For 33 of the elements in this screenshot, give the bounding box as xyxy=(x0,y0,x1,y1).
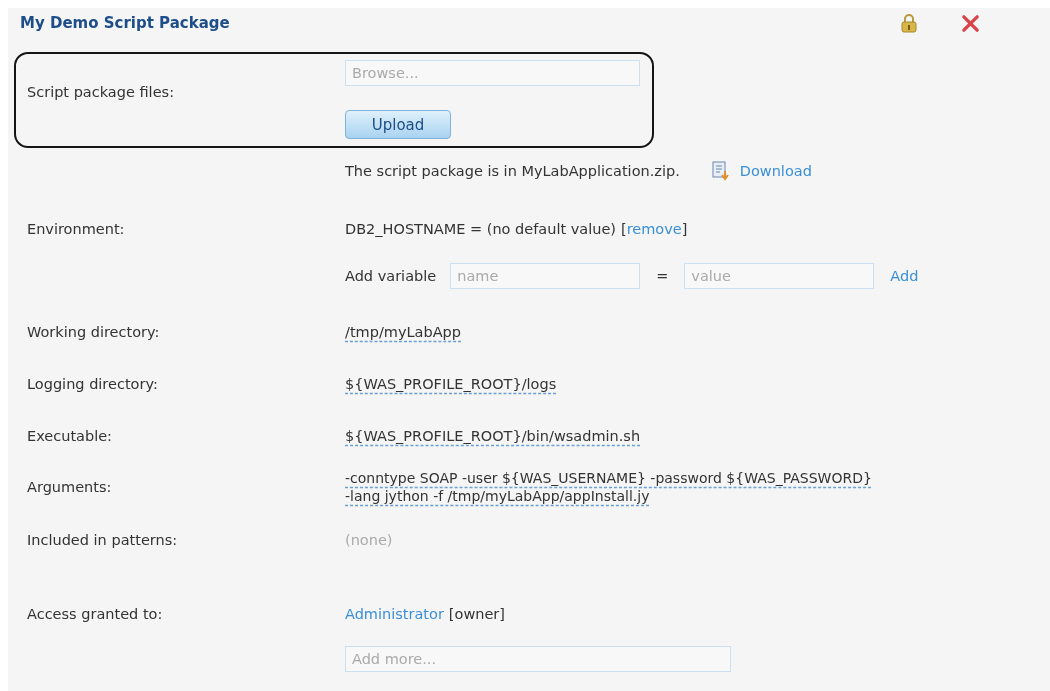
field-label: Arguments: xyxy=(27,478,113,497)
editable-value[interactable]: /tmp/myLabApp xyxy=(345,322,461,342)
bracket: ] xyxy=(681,220,688,239)
input-field[interactable]: name xyxy=(450,263,641,289)
equals-sign: = xyxy=(656,267,669,286)
user-role: [owner] xyxy=(448,605,505,624)
editable-value[interactable]: -conntype SOAP -user ${WAS_USERNAME} -password ${WAS_PASSWORD} -lang jython -f /tmp/myLabApp/appInstall.jy xyxy=(345,469,872,505)
remove-link[interactable]: remove xyxy=(626,219,682,239)
lock-icon[interactable] xyxy=(901,13,917,33)
input-field[interactable]: value xyxy=(684,263,875,289)
input-field[interactable]: Add more... xyxy=(345,646,731,672)
field-label: Working directory: xyxy=(27,323,161,342)
document-download-icon[interactable] xyxy=(711,161,730,181)
close-icon[interactable] xyxy=(961,13,980,33)
field-label: Logging directory: xyxy=(27,375,159,394)
upload-button[interactable]: Upload xyxy=(345,110,451,139)
panel-title: My Demo Script Package xyxy=(20,14,230,32)
empty-value: (none) xyxy=(345,531,393,550)
add-variable-label: Add variable xyxy=(345,267,437,286)
field-label: Executable: xyxy=(27,427,113,446)
package-note: The script package is in MyLabApplication.zip. xyxy=(345,162,680,181)
editable-value[interactable]: ${WAS_PROFILE_ROOT}/bin/wsadmin.sh xyxy=(345,426,641,446)
user-link[interactable]: Administrator xyxy=(345,604,444,624)
field-label: Script package files: xyxy=(27,83,175,102)
variable-entry: DB2_HOSTNAME = (no default value) xyxy=(345,220,616,239)
editable-value[interactable]: ${WAS_PROFILE_ROOT}/logs xyxy=(345,374,557,394)
field-label: Environment: xyxy=(27,220,126,239)
add-link[interactable]: Add xyxy=(890,266,919,286)
field-label: Access granted to: xyxy=(27,605,164,624)
field-label: Included in patterns: xyxy=(27,531,179,550)
input-field[interactable]: Browse... xyxy=(345,60,640,86)
bracket: [ xyxy=(621,220,627,239)
download-link[interactable]: Download xyxy=(739,161,812,181)
